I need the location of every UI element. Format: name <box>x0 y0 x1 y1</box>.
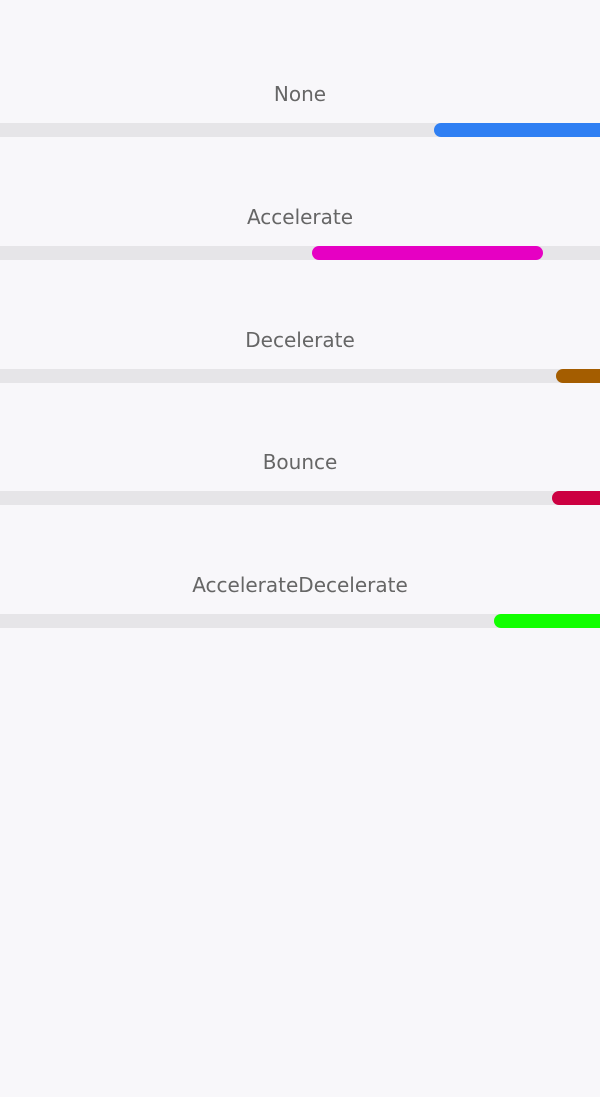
progress-label-accelerate-decelerate: AccelerateDecelerate <box>192 573 408 597</box>
progress-label-decelerate: Decelerate <box>245 328 355 352</box>
progress-track-decelerate <box>0 369 600 383</box>
progress-row-decelerate: Decelerate <box>0 328 600 388</box>
progress-row-accelerate: Accelerate <box>0 205 600 265</box>
progress-row-bounce: Bounce <box>0 450 600 510</box>
progress-bar-none <box>433 123 600 137</box>
progress-label-accelerate: Accelerate <box>246 205 354 229</box>
progress-bar-accelerate-decelerate <box>493 614 600 628</box>
progress-bar-decelerate <box>556 369 600 383</box>
progress-label-none: None <box>273 82 327 106</box>
progress-label-bounce: Bounce <box>262 450 338 474</box>
progress-track-accelerate-decelerate <box>0 614 600 628</box>
progress-row-none: None <box>0 82 600 142</box>
progress-row-accelerate-decelerate: AccelerateDecelerate <box>0 573 600 633</box>
progress-track-bounce <box>0 491 600 505</box>
progress-track-accelerate <box>0 246 600 260</box>
progress-bar-bounce <box>552 491 600 505</box>
progress-bar-accelerate <box>312 246 543 260</box>
progress-track-none <box>0 123 600 137</box>
